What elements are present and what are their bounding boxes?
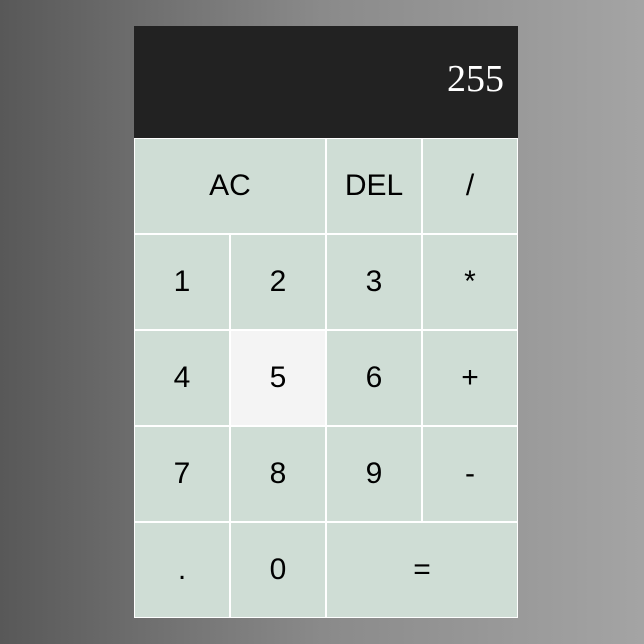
calculator: 255 AC DEL / 1 2 3 * 4 5 6 + 7 8 9 - . 0… xyxy=(134,26,518,618)
display-value: 255 xyxy=(447,58,504,100)
digit-4-button[interactable]: 4 xyxy=(134,330,230,426)
multiply-button[interactable]: * xyxy=(422,234,518,330)
calculator-display: 255 xyxy=(134,26,518,138)
minus-button[interactable]: - xyxy=(422,426,518,522)
digit-7-button[interactable]: 7 xyxy=(134,426,230,522)
digit-1-button[interactable]: 1 xyxy=(134,234,230,330)
decimal-button[interactable]: . xyxy=(134,522,230,618)
digit-9-button[interactable]: 9 xyxy=(326,426,422,522)
divide-button[interactable]: / xyxy=(422,138,518,234)
keypad: AC DEL / 1 2 3 * 4 5 6 + 7 8 9 - . 0 = xyxy=(134,138,518,618)
digit-8-button[interactable]: 8 xyxy=(230,426,326,522)
plus-button[interactable]: + xyxy=(422,330,518,426)
digit-6-button[interactable]: 6 xyxy=(326,330,422,426)
digit-3-button[interactable]: 3 xyxy=(326,234,422,330)
digit-2-button[interactable]: 2 xyxy=(230,234,326,330)
digit-0-button[interactable]: 0 xyxy=(230,522,326,618)
clear-button[interactable]: AC xyxy=(134,138,326,234)
equals-button[interactable]: = xyxy=(326,522,518,618)
delete-button[interactable]: DEL xyxy=(326,138,422,234)
digit-5-button[interactable]: 5 xyxy=(230,330,326,426)
